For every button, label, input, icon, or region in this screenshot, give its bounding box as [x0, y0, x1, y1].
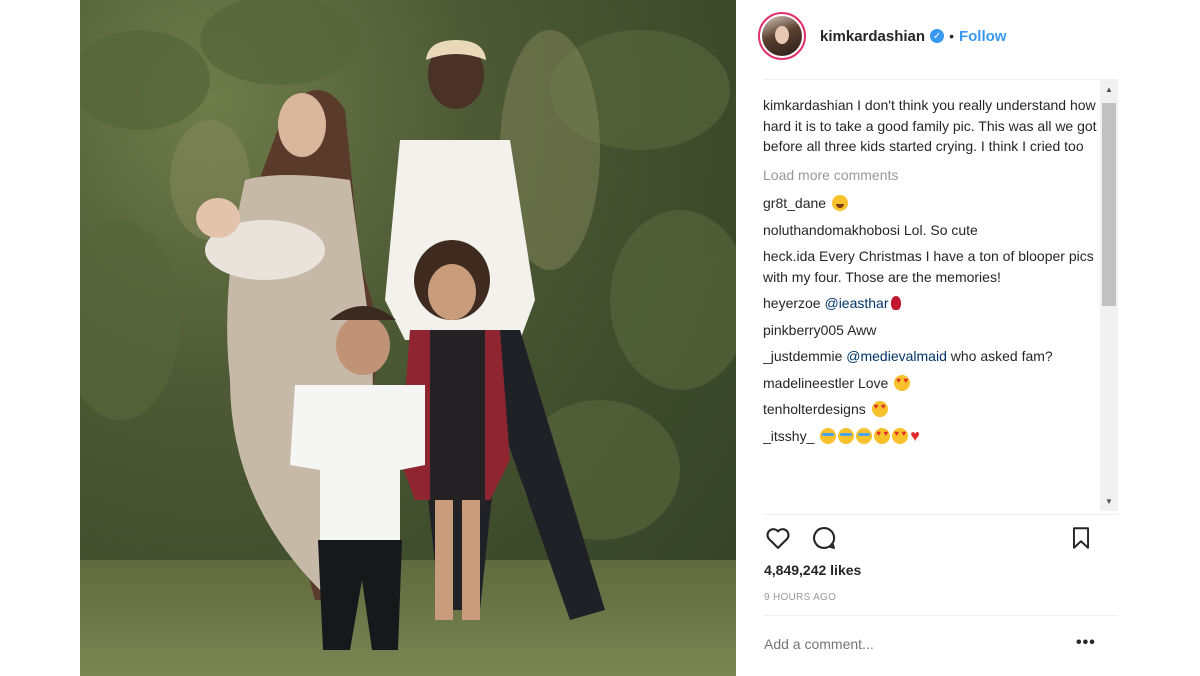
- scroll-down-arrow-icon[interactable]: ▼: [1104, 497, 1114, 506]
- bookmark-icon[interactable]: [1068, 524, 1094, 552]
- header-username[interactable]: kimkardashian: [820, 28, 925, 45]
- comment: heck.ida Every Christmas I have a ton of…: [763, 246, 1098, 287]
- tears-of-joy-emoji-icon: [838, 427, 855, 444]
- post-actions: [764, 524, 1104, 554]
- comment-mention[interactable]: @medievalmaid: [846, 348, 947, 364]
- comment: heyerzoe @ieasthar: [763, 293, 1098, 314]
- comment-text: Love: [857, 374, 889, 391]
- comment-username[interactable]: _itsshy_: [763, 428, 814, 444]
- more-options-button[interactable]: •••: [1076, 634, 1096, 652]
- heart-eyes-emoji-icon: [874, 427, 891, 444]
- comment-text: Lol. So cute: [903, 221, 978, 238]
- avatar[interactable]: [758, 12, 806, 60]
- red-heart-emoji-icon: ♥: [910, 427, 920, 445]
- comment-username[interactable]: heck.ida: [763, 248, 815, 264]
- comment: madelineestler Love: [763, 373, 1098, 394]
- comment-text: who asked fam?: [950, 348, 1053, 364]
- heart-eyes-emoji-icon: [892, 427, 909, 444]
- caption-username[interactable]: kimkardashian: [763, 97, 853, 113]
- comments-divider: [764, 514, 1118, 515]
- comment: pinkberry005 Aww: [763, 320, 1098, 341]
- heart-eyes-emoji-icon: [894, 374, 911, 391]
- comment-username[interactable]: noluthandomakhobosi: [763, 222, 900, 238]
- comment-username[interactable]: madelineestler: [763, 375, 854, 391]
- post-timestamp: 9 HOURS AGO: [764, 592, 837, 603]
- header-separator: •: [949, 28, 954, 44]
- add-comment-input[interactable]: [764, 636, 1064, 652]
- post-photo[interactable]: [80, 0, 736, 676]
- load-more-comments-link[interactable]: Load more comments: [763, 165, 1098, 186]
- comments-scrollbar[interactable]: ▲ ▼: [1100, 80, 1118, 511]
- tears-of-joy-emoji-icon: [856, 427, 873, 444]
- heart-eyes-emoji-icon: [871, 401, 888, 417]
- comment: _justdemmie @medievalmaid who asked fam?: [763, 346, 1098, 367]
- comment: tenholterdesigns: [763, 399, 1098, 420]
- comment-username[interactable]: heyerzoe: [763, 295, 821, 311]
- post-side-panel: kimkardashian ✓ • Follow kimkardashian I…: [748, 0, 1128, 676]
- comment-username[interactable]: gr8t_dane: [763, 195, 826, 211]
- comment: noluthandomakhobosi Lol. So cute: [763, 220, 1098, 241]
- heart-icon[interactable]: [764, 524, 792, 552]
- comment: gr8t_dane: [763, 193, 1098, 214]
- post-header: kimkardashian ✓ • Follow: [758, 10, 1118, 62]
- comment-username[interactable]: pinkberry005: [763, 322, 844, 338]
- avatar-image: [762, 16, 802, 56]
- comment-username[interactable]: tenholterdesigns: [763, 401, 866, 417]
- rolling-laughing-emoji-icon: [831, 195, 848, 211]
- scrollbar-thumb[interactable]: [1102, 103, 1116, 306]
- comment-username[interactable]: _justdemmie: [763, 348, 842, 364]
- comment-text: Aww: [847, 321, 877, 338]
- verified-badge-icon: ✓: [930, 29, 945, 43]
- footer-divider: [764, 615, 1118, 616]
- comment: _itsshy_ ♥: [763, 426, 1098, 448]
- family-photo-illustration: [80, 0, 736, 676]
- rose-emoji-icon: [890, 296, 901, 310]
- tears-of-joy-emoji-icon: [820, 427, 837, 444]
- comment-mention[interactable]: @ieasthar: [824, 295, 888, 311]
- caption: kimkardashian I don't think you really u…: [763, 95, 1098, 157]
- scroll-up-arrow-icon[interactable]: ▲: [1104, 85, 1114, 94]
- comment-icon[interactable]: [810, 524, 838, 552]
- follow-button[interactable]: Follow: [959, 28, 1007, 45]
- comments-list[interactable]: kimkardashian I don't think you really u…: [763, 95, 1098, 513]
- likes-count[interactable]: 4,849,242 likes: [764, 562, 861, 578]
- header-divider: [764, 79, 1118, 80]
